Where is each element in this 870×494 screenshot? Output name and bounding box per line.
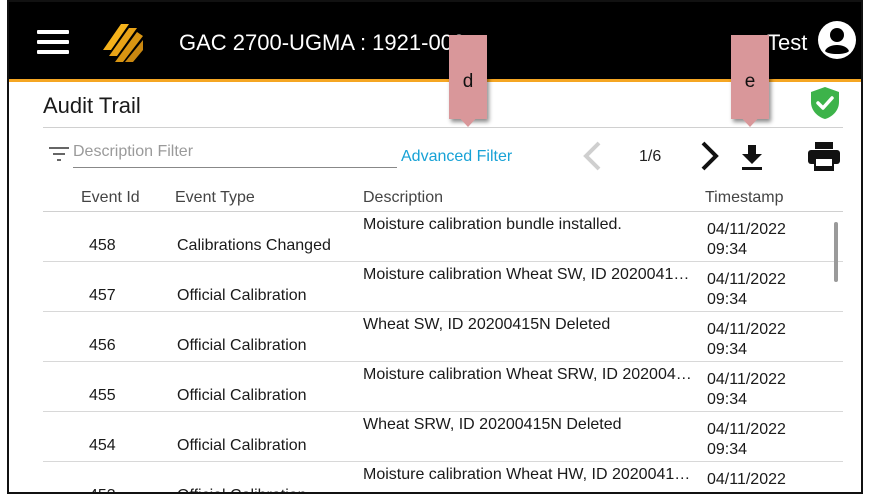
chevron-right-icon[interactable] (699, 140, 721, 172)
timestamp-cell: 04/11/2022 (707, 470, 786, 490)
timestamp-time: 09:34 (707, 391, 748, 408)
table-row[interactable]: 454 Official Calibration Wheat SRW, ID 2… (43, 412, 843, 462)
event-type-cell: Official Calibration (177, 287, 307, 304)
timestamp-time: 09:34 (707, 241, 748, 258)
column-header-event-type[interactable]: Event Type (175, 189, 255, 207)
logo-icon (103, 24, 143, 62)
description-cell: Wheat SRW, ID 20200415N Deleted (363, 416, 622, 433)
description-filter-input[interactable] (73, 140, 397, 168)
event-id-cell: 457 (89, 287, 116, 304)
app-title: GAC 2700-UGMA : 1921-000 (179, 30, 466, 55)
timestamp-time: 09:34 (707, 341, 748, 358)
audit-table: Event Id Event Type Description Timestam… (43, 182, 843, 492)
event-id-cell: 453 (89, 487, 116, 492)
timestamp-cell: 04/11/2022 09:34 (707, 420, 786, 460)
chevron-left-icon[interactable] (581, 140, 603, 172)
callout-label-d: d (462, 71, 474, 92)
page-title: Audit Trail (43, 93, 141, 118)
callout-arrow-d (455, 113, 481, 127)
callout-marker-d: d (449, 35, 487, 127)
description-cell: Moisture calibration Wheat SW, ID 202004… (363, 266, 690, 283)
table-row[interactable]: 458 Calibrations Changed Moisture calibr… (43, 212, 843, 262)
description-cell: Moisture calibration Wheat HW, ID 202004… (363, 466, 691, 483)
event-id-cell: 458 (89, 237, 116, 254)
column-header-event-id[interactable]: Event Id (81, 189, 140, 207)
timestamp-date: 04/11/2022 (707, 321, 786, 338)
user-name[interactable]: Test (767, 30, 807, 56)
table-scrollbar[interactable] (834, 222, 838, 282)
table-row[interactable]: 457 Official Calibration Moisture calibr… (43, 262, 843, 312)
timestamp-time: 09:34 (707, 291, 748, 308)
timestamp-cell: 04/11/2022 09:34 (707, 320, 786, 360)
timestamp-cell: 04/11/2022 09:34 (707, 270, 786, 310)
event-id-cell: 455 (89, 387, 116, 404)
timestamp-date: 04/11/2022 (707, 421, 786, 438)
table-row[interactable]: 456 Official Calibration Wheat SW, ID 20… (43, 312, 843, 362)
table-header: Event Id Event Type Description Timestam… (43, 182, 843, 212)
column-header-timestamp[interactable]: Timestamp (705, 189, 784, 207)
print-icon[interactable] (807, 140, 841, 172)
event-type-cell: Official Calibration (177, 437, 307, 454)
table-row[interactable]: 455 Official Calibration Moisture calibr… (43, 362, 843, 412)
table-row[interactable]: 453 Official Calibration Moisture calibr… (43, 462, 843, 492)
filter-icon (49, 147, 69, 161)
advanced-filter-link[interactable]: Advanced Filter (401, 148, 512, 166)
description-cell: Moisture calibration Wheat SRW, ID 20200… (363, 366, 692, 383)
timestamp-cell: 04/11/2022 09:34 (707, 370, 786, 410)
timestamp-time: 09:34 (707, 441, 748, 458)
event-type-cell: Official Calibration (177, 337, 307, 354)
timestamp-date: 04/11/2022 (707, 371, 786, 388)
event-type-cell: Official Calibration (177, 487, 307, 492)
description-cell: Moisture calibration bundle installed. (363, 216, 622, 233)
timestamp-date: 04/11/2022 (707, 471, 786, 488)
event-id-cell: 456 (89, 337, 116, 354)
timestamp-date: 04/11/2022 (707, 271, 786, 288)
app-window: GAC 2700-UGMA : 1921-000 Test Audit Trai… (7, 0, 863, 494)
event-type-cell: Official Calibration (177, 387, 307, 404)
event-id-cell: 454 (89, 437, 116, 454)
timestamp-cell: 04/11/2022 09:34 (707, 220, 786, 260)
user-account-icon[interactable] (817, 20, 857, 60)
title-divider (43, 127, 843, 128)
timestamp-date: 04/11/2022 (707, 221, 786, 238)
column-header-description[interactable]: Description (363, 189, 443, 207)
download-icon[interactable] (739, 142, 765, 172)
callout-marker-e: e (731, 35, 769, 127)
callout-arrow-e (737, 113, 763, 127)
hamburger-menu-icon[interactable] (37, 30, 69, 54)
shield-check-icon (811, 87, 839, 119)
callout-label-e: e (744, 71, 756, 92)
description-cell: Wheat SW, ID 20200415N Deleted (363, 316, 611, 333)
page-indicator: 1/6 (639, 148, 662, 165)
event-type-cell: Calibrations Changed (177, 237, 331, 254)
